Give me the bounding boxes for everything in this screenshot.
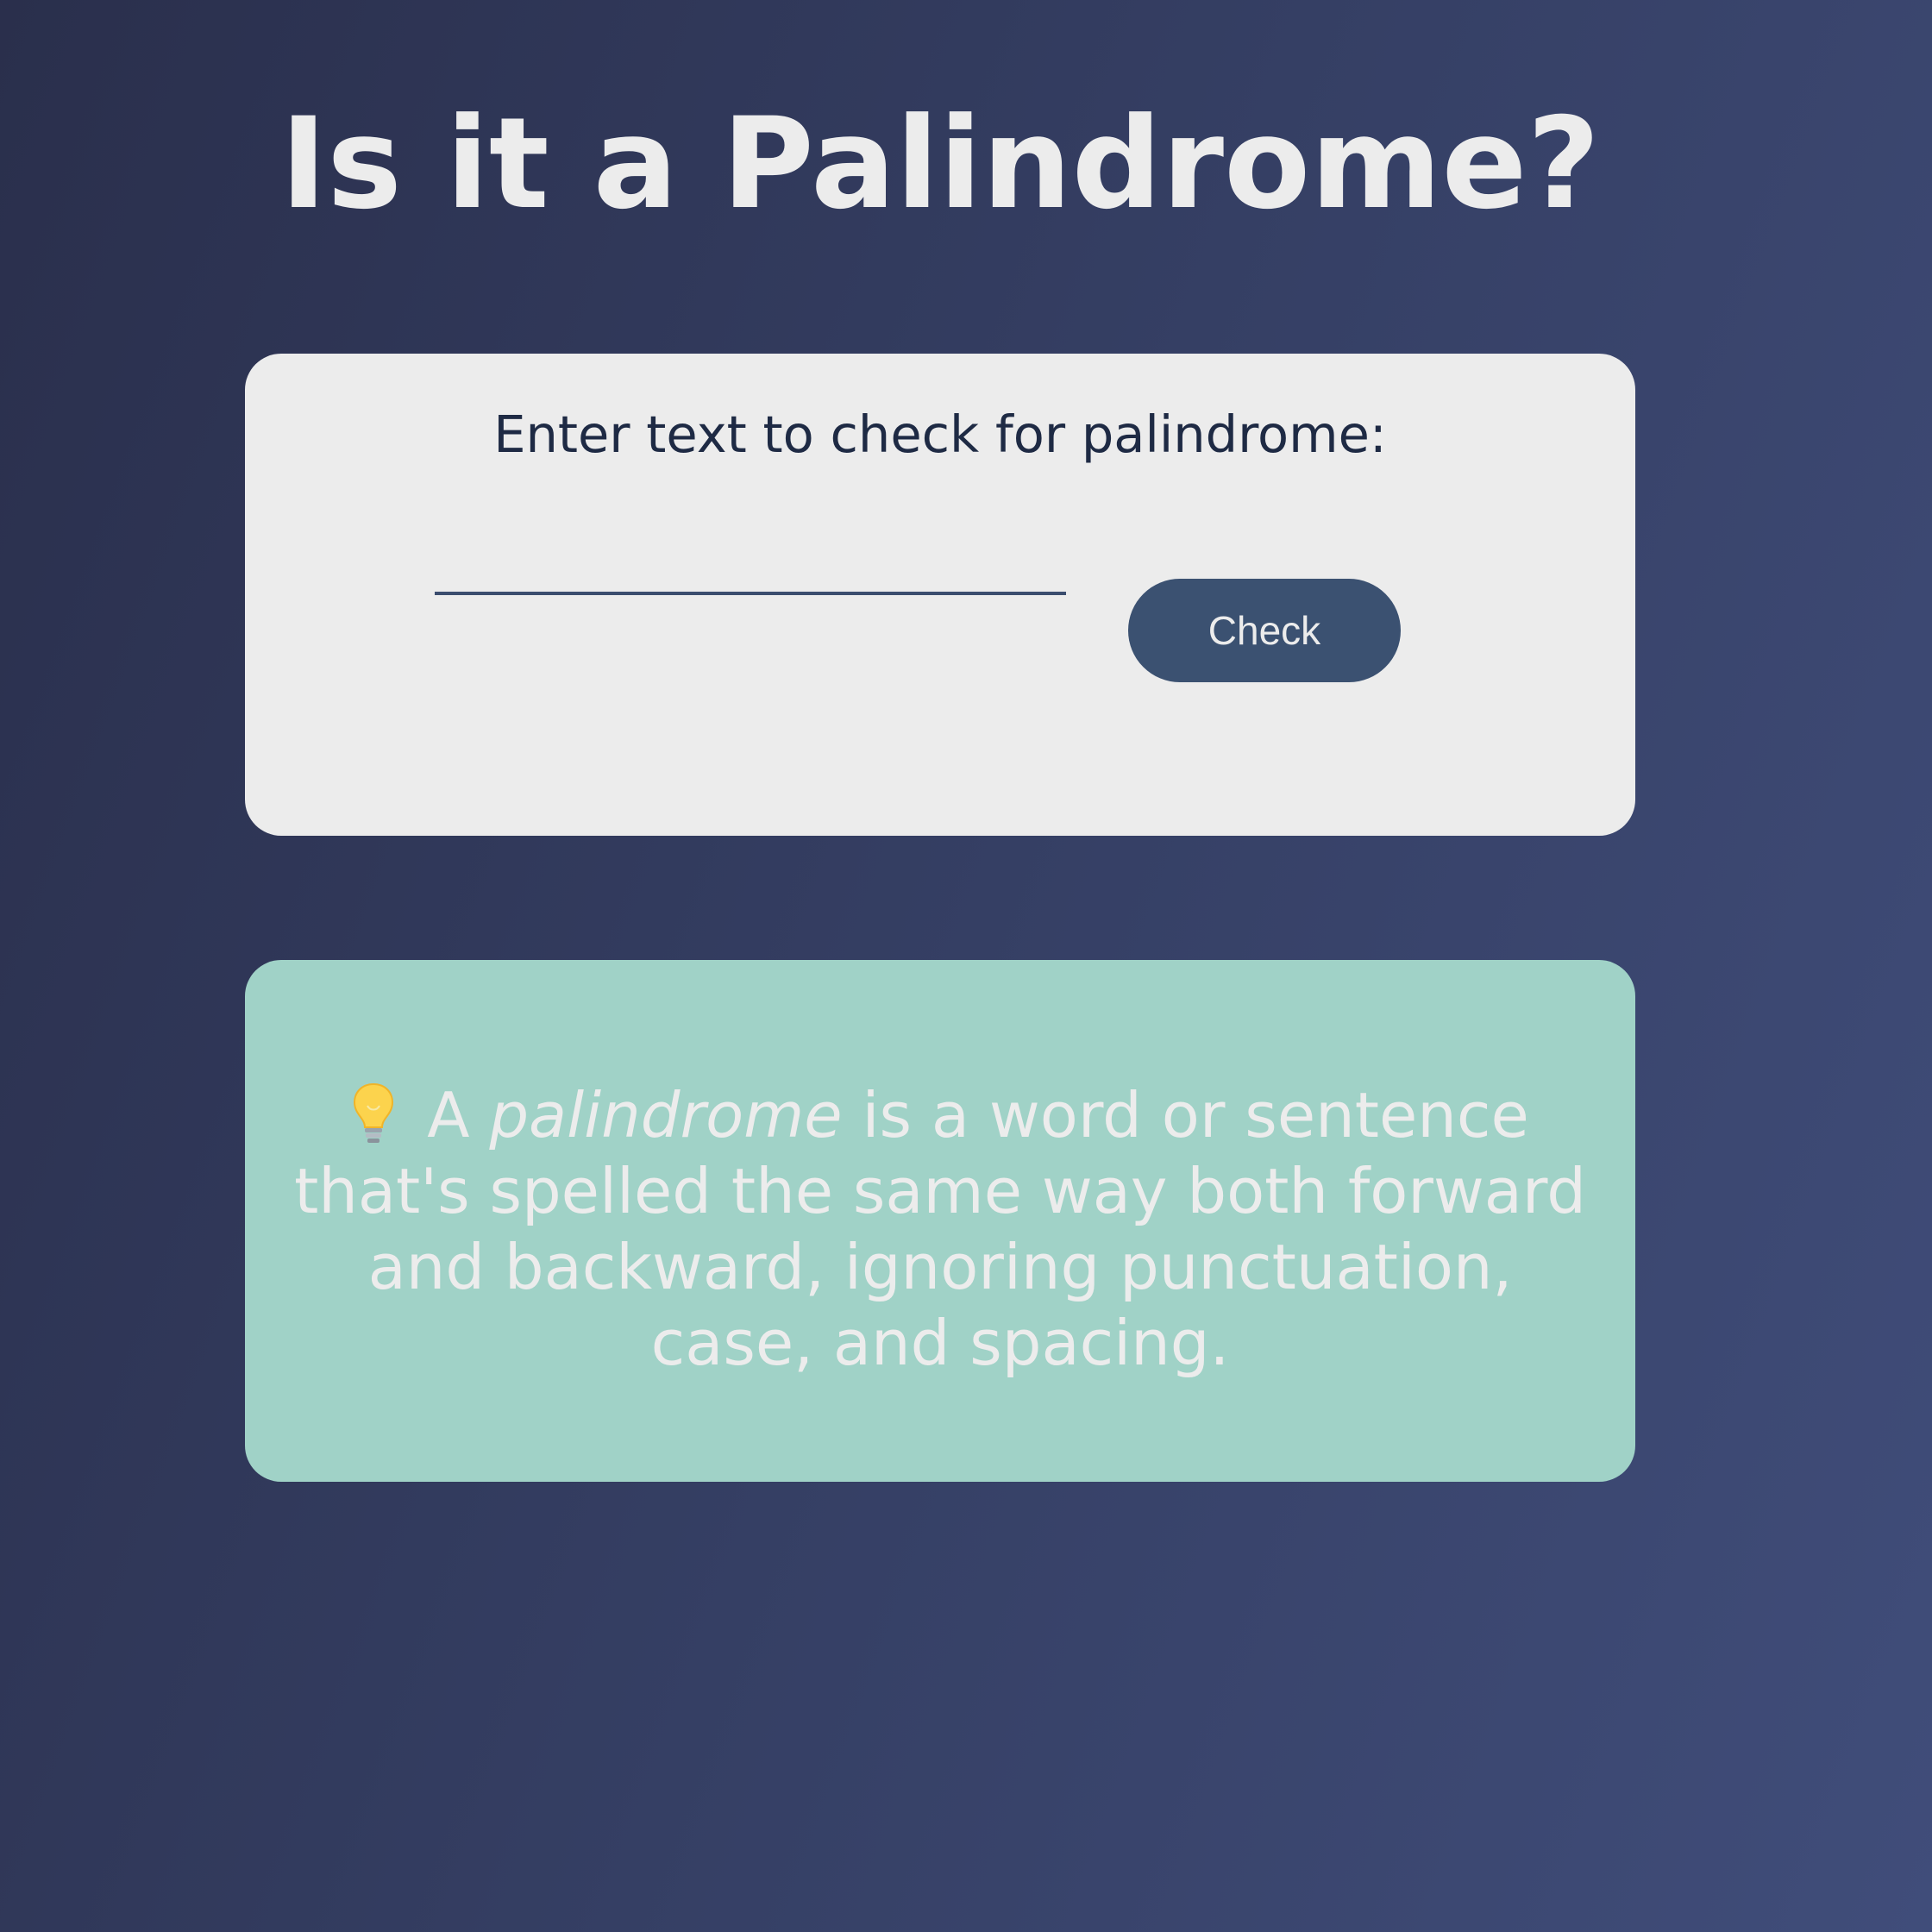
input-card: Enter text to check for palindrome: Chec… bbox=[245, 354, 1635, 836]
check-button[interactable]: Check bbox=[1128, 579, 1401, 682]
palindrome-definition: A palindrome is a word or sentence that'… bbox=[279, 1077, 1601, 1381]
palindrome-term: palindrome bbox=[489, 1079, 843, 1151]
page-title: Is it a Palindrome? bbox=[279, 91, 1601, 237]
text-input[interactable] bbox=[435, 509, 1066, 595]
definition-intro: A bbox=[427, 1079, 490, 1151]
lightbulb-icon bbox=[354, 1082, 394, 1143]
input-label: Enter text to check for palindrome: bbox=[493, 405, 1387, 464]
info-card: A palindrome is a word or sentence that'… bbox=[245, 960, 1635, 1482]
